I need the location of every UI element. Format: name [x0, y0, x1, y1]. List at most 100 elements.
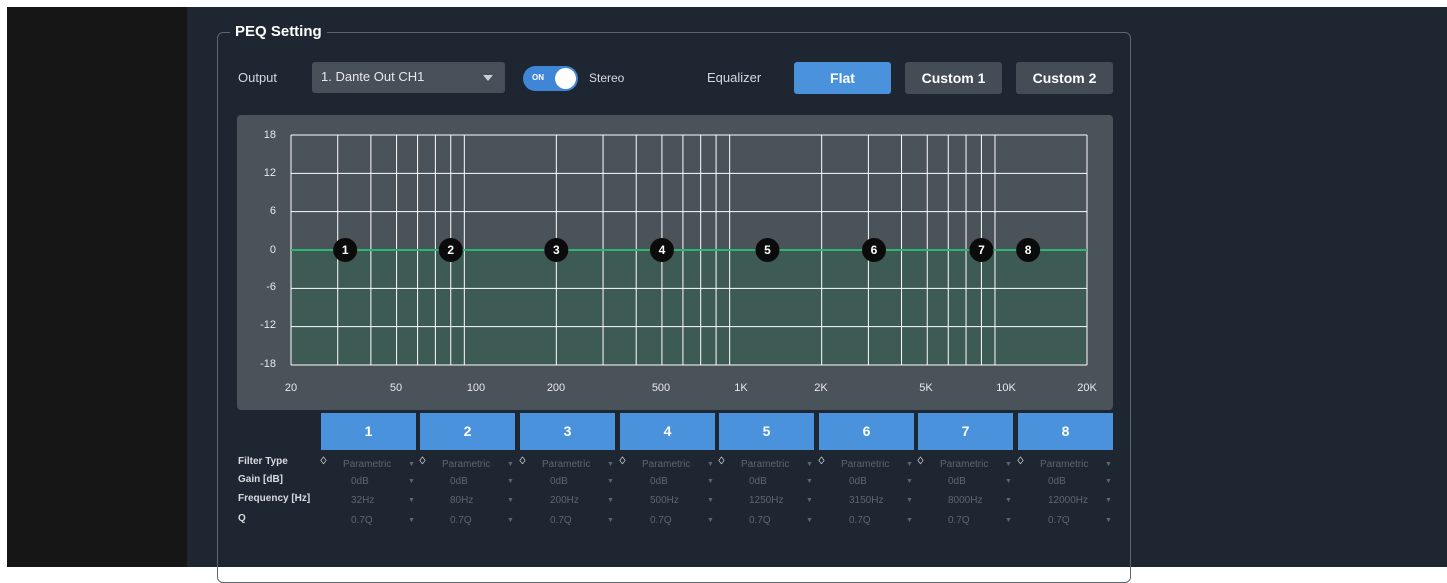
filter-type-select[interactable]: Parametric [741, 459, 789, 470]
band-node[interactable]: 1 [333, 238, 358, 262]
gain-select[interactable]: 0dB [650, 476, 668, 487]
x-tick-label: 2K [814, 382, 828, 394]
chevron-down-icon[interactable]: ▼ [507, 497, 514, 504]
gain-select[interactable]: 0dB [849, 476, 867, 487]
frequency-select[interactable]: 200Hz [550, 495, 579, 506]
frequency-select[interactable]: 1250Hz [749, 495, 783, 506]
chevron-down-icon[interactable]: ▼ [408, 461, 415, 468]
band-node[interactable]: 3 [544, 238, 569, 262]
chevron-down-icon[interactable]: ▼ [906, 517, 913, 524]
chevron-down-icon[interactable]: ▼ [507, 461, 514, 468]
chevron-down-icon[interactable]: ▼ [707, 517, 714, 524]
filter-type-label: Filter Type [238, 456, 288, 467]
filter-type-select[interactable]: Parametric [940, 459, 988, 470]
chevron-down-icon[interactable]: ▼ [707, 478, 714, 485]
chevron-down-icon[interactable]: ▼ [607, 461, 614, 468]
band-7-button[interactable]: 7 [918, 413, 1013, 450]
filter-type-select[interactable]: Parametric [1040, 459, 1088, 470]
frequency-select[interactable]: 80Hz [450, 495, 473, 506]
chevron-down-icon[interactable]: ▼ [1105, 461, 1112, 468]
x-tick-label: 50 [389, 382, 403, 394]
chevron-down-icon[interactable]: ▼ [806, 497, 813, 504]
chevron-down-icon[interactable]: ▼ [607, 497, 614, 504]
chevron-down-icon[interactable]: ▼ [707, 461, 714, 468]
x-tick-label: 500 [651, 382, 671, 394]
q-select[interactable]: 0.7Q [450, 515, 472, 526]
q-select[interactable]: 0.7Q [849, 515, 871, 526]
chevron-down-icon[interactable]: ▼ [806, 461, 813, 468]
filter-shape-icon[interactable]: ♢ [717, 456, 726, 467]
q-select[interactable]: 0.7Q [1048, 515, 1070, 526]
band-2-button[interactable]: 2 [420, 413, 515, 450]
q-select[interactable]: 0.7Q [749, 515, 771, 526]
chevron-down-icon[interactable]: ▼ [1005, 497, 1012, 504]
filter-shape-icon[interactable]: ♢ [618, 456, 627, 467]
x-tick-label: 20K [1077, 382, 1097, 394]
q-select[interactable]: 0.7Q [351, 515, 373, 526]
band-3-button[interactable]: 3 [520, 413, 615, 450]
chevron-down-icon[interactable]: ▼ [1105, 517, 1112, 524]
chevron-down-icon[interactable]: ▼ [906, 461, 913, 468]
gain-select[interactable]: 0dB [749, 476, 767, 487]
band-node[interactable]: 2 [438, 238, 463, 262]
gain-select[interactable]: 0dB [351, 476, 369, 487]
gain-select[interactable]: 0dB [550, 476, 568, 487]
band-node-label: 8 [1025, 243, 1032, 257]
frequency-select[interactable]: 32Hz [351, 495, 374, 506]
filter-shape-icon[interactable]: ♢ [817, 456, 826, 467]
band-6-button[interactable]: 6 [819, 413, 914, 450]
band-node[interactable]: 4 [649, 238, 674, 262]
frequency-select[interactable]: 500Hz [650, 495, 679, 506]
chevron-down-icon[interactable]: ▼ [1005, 517, 1012, 524]
x-tick-label: 200 [546, 382, 566, 394]
filter-type-select[interactable]: Parametric [442, 459, 490, 470]
frequency-select[interactable]: 8000Hz [948, 495, 982, 506]
band-node[interactable]: 5 [755, 238, 780, 262]
gain-select[interactable]: 0dB [1048, 476, 1066, 487]
chevron-down-icon[interactable]: ▼ [607, 517, 614, 524]
frequency-select[interactable]: 3150Hz [849, 495, 883, 506]
filter-shape-icon[interactable]: ♢ [1016, 456, 1025, 467]
chevron-down-icon[interactable]: ▼ [806, 517, 813, 524]
y-tick-label: -18 [260, 358, 276, 370]
filter-shape-icon[interactable]: ♢ [319, 456, 328, 467]
chevron-down-icon[interactable]: ▼ [408, 517, 415, 524]
band-1-button[interactable]: 1 [321, 413, 416, 450]
filter-type-select[interactable]: Parametric [542, 459, 590, 470]
x-tick-label: 100 [466, 382, 486, 394]
band-node[interactable]: 6 [862, 238, 887, 262]
band-node[interactable]: 7 [969, 238, 994, 262]
chevron-down-icon[interactable]: ▼ [906, 497, 913, 504]
chevron-down-icon[interactable]: ▼ [507, 517, 514, 524]
chevron-down-icon[interactable]: ▼ [607, 478, 614, 485]
chevron-down-icon[interactable]: ▼ [806, 478, 813, 485]
q-select[interactable]: 0.7Q [550, 515, 572, 526]
chevron-down-icon[interactable]: ▼ [408, 478, 415, 485]
q-select[interactable]: 0.7Q [948, 515, 970, 526]
band-5-button[interactable]: 5 [719, 413, 814, 450]
chevron-down-icon[interactable]: ▼ [1105, 497, 1112, 504]
frequency-select[interactable]: 12000Hz [1048, 495, 1088, 506]
q-select[interactable]: 0.7Q [650, 515, 672, 526]
gain-select[interactable]: 0dB [948, 476, 966, 487]
chevron-down-icon[interactable]: ▼ [1005, 478, 1012, 485]
chevron-down-icon[interactable]: ▼ [707, 497, 714, 504]
gain-select[interactable]: 0dB [450, 476, 468, 487]
filter-type-select[interactable]: Parametric [841, 459, 889, 470]
filter-shape-icon[interactable]: ♢ [518, 456, 527, 467]
band-4-button[interactable]: 4 [620, 413, 715, 450]
band-node[interactable]: 8 [1016, 238, 1041, 262]
chevron-down-icon[interactable]: ▼ [1105, 478, 1112, 485]
band-node-label: 7 [978, 243, 985, 257]
chevron-down-icon[interactable]: ▼ [906, 478, 913, 485]
filter-shape-icon[interactable]: ♢ [418, 456, 427, 467]
band-8-button[interactable]: 8 [1018, 413, 1113, 450]
eq-curve-fill [291, 250, 1087, 365]
filter-type-select[interactable]: Parametric [343, 459, 391, 470]
filter-shape-icon[interactable]: ♢ [916, 456, 925, 467]
chevron-down-icon[interactable]: ▼ [507, 478, 514, 485]
filter-type-select[interactable]: Parametric [642, 459, 690, 470]
chevron-down-icon[interactable]: ▼ [1005, 461, 1012, 468]
chevron-down-icon[interactable]: ▼ [408, 497, 415, 504]
y-tick-label: 18 [263, 129, 276, 141]
